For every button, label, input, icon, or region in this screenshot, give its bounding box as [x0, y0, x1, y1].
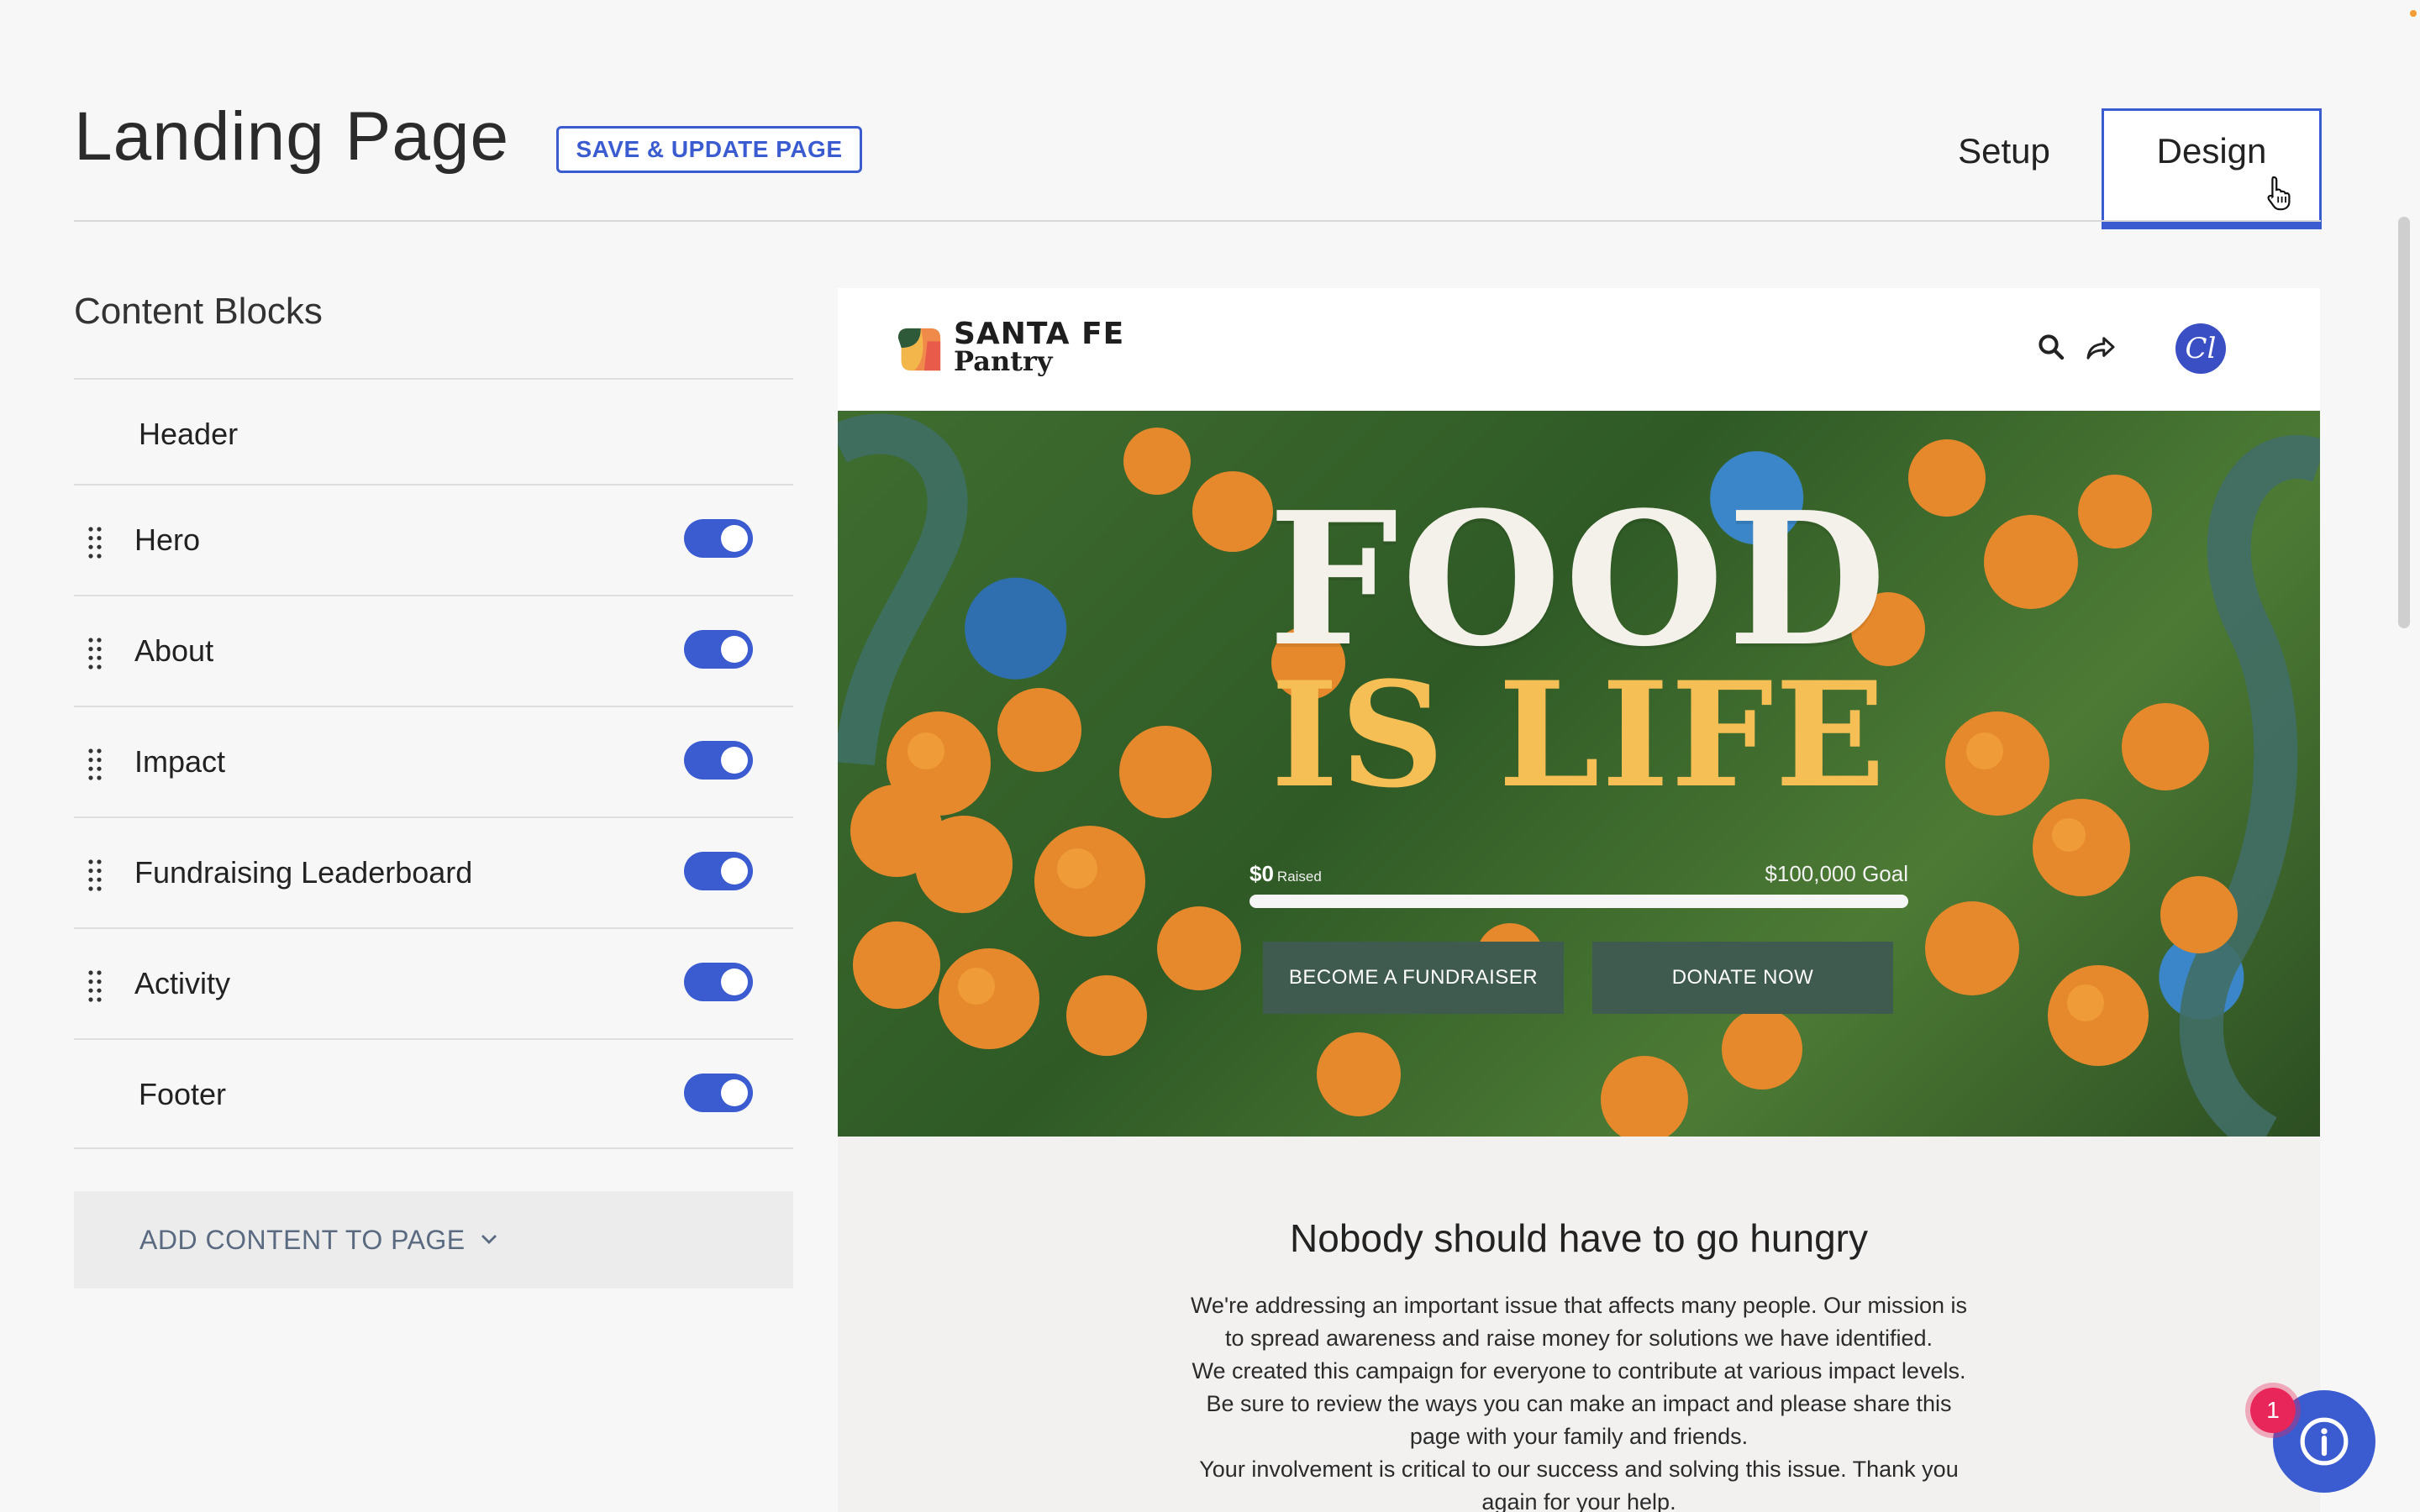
about-line: Be sure to review the ways you can make …: [1206, 1391, 1952, 1416]
add-content-button[interactable]: ADD CONTENT TO PAGE: [74, 1191, 793, 1289]
preview-header: SANTA FE Pantry Cl: [838, 288, 2320, 411]
block-row-about[interactable]: About: [74, 595, 793, 706]
hero-headline-bottom: IS LIFE: [1270, 649, 1887, 820]
fundraising-progress-bar: [1249, 895, 1908, 908]
tab-setup[interactable]: Setup: [1924, 126, 2084, 176]
page-scrollbar[interactable]: [2398, 217, 2410, 628]
page-preview: SANTA FE Pantry Cl FOOD IS LIFE $0 Raise…: [838, 288, 2320, 1512]
block-label: Fundraising Leaderboard: [134, 855, 473, 890]
page-title: Landing Page: [74, 98, 510, 175]
raised-label: Raised: [1276, 869, 1322, 885]
about-line: page with your family and friends.: [1409, 1424, 1749, 1449]
block-row-hero[interactable]: Hero: [74, 484, 793, 595]
raised-value: $0: [1249, 861, 1274, 886]
search-icon[interactable]: [2038, 333, 2065, 360]
notification-badge: 1: [2245, 1383, 2301, 1438]
raised-amount: $0 Raised: [1249, 861, 1322, 887]
about-line: again for your help.: [1481, 1489, 1676, 1512]
block-row-footer[interactable]: Footer: [74, 1038, 793, 1149]
block-row-activity[interactable]: Activity: [74, 927, 793, 1038]
about-line: to spread awareness and raise money for …: [1225, 1326, 1933, 1351]
header-divider: [74, 220, 2321, 222]
block-row-header[interactable]: Header: [74, 378, 793, 484]
logo-line-1: SANTA FE: [954, 317, 1125, 351]
block-label: About: [134, 633, 214, 668]
block-row-fundraising-leaderboard[interactable]: Fundraising Leaderboard: [74, 816, 793, 927]
drag-handle-icon[interactable]: [87, 526, 103, 559]
drag-handle-icon[interactable]: [87, 858, 103, 892]
info-icon: [2300, 1417, 2349, 1466]
fundraising-leaderboard-toggle[interactable]: [684, 852, 753, 890]
goal-label: $100,000 Goal: [1765, 861, 1908, 886]
hand-cursor-icon: [2267, 176, 2291, 211]
block-label: Footer: [139, 1077, 227, 1111]
content-blocks-title: Content Blocks: [74, 291, 323, 332]
add-content-label: ADD CONTENT TO PAGE: [139, 1224, 466, 1255]
chevron-down-icon: [481, 1235, 497, 1244]
about-body: We're addressing an important issue that…: [1157, 1289, 2001, 1512]
about-line: We're addressing an important issue that…: [1190, 1293, 1968, 1318]
hero-toggle[interactable]: [684, 519, 753, 558]
about-title: Nobody should have to go hungry: [1290, 1216, 1868, 1260]
save-update-button[interactable]: SAVE & UPDATE PAGE: [556, 126, 862, 173]
footer-toggle[interactable]: [684, 1074, 753, 1112]
become-fundraiser-button[interactable]: BECOME A FUNDRAISER: [1263, 942, 1564, 1014]
impact-toggle[interactable]: [684, 741, 753, 780]
drag-handle-icon[interactable]: [87, 748, 103, 781]
drag-handle-icon[interactable]: [87, 637, 103, 670]
block-label: Hero: [134, 522, 201, 557]
hero-section: FOOD IS LIFE $0 Raised $100,000 Goal BECO…: [838, 411, 2320, 1137]
drag-handle-icon[interactable]: [87, 969, 103, 1003]
share-icon[interactable]: [2085, 335, 2117, 360]
activity-toggle[interactable]: [684, 963, 753, 1001]
block-label: Activity: [134, 966, 231, 1000]
hero-headline-top: FOOD: [1268, 472, 1890, 687]
logo-line-2: Pantry: [954, 345, 1053, 378]
block-label: Impact: [134, 744, 226, 779]
donate-now-button[interactable]: DONATE NOW: [1592, 942, 1893, 1014]
about-toggle[interactable]: [684, 630, 753, 669]
logo-text: SANTA FE Pantry: [954, 317, 1125, 378]
block-label: Header: [139, 417, 239, 451]
avatar[interactable]: Cl: [2175, 323, 2226, 374]
content-block-list: Header Hero About Impact Fundraising Lea…: [74, 378, 793, 1149]
about-line: We created this campaign for everyone to…: [1192, 1358, 1966, 1383]
block-row-impact[interactable]: Impact: [74, 706, 793, 816]
about-line: Your involvement is critical to our succ…: [1199, 1457, 1959, 1482]
notification-dot: [2410, 10, 2417, 17]
santa-fe-pantry-logo-icon: [897, 328, 941, 371]
